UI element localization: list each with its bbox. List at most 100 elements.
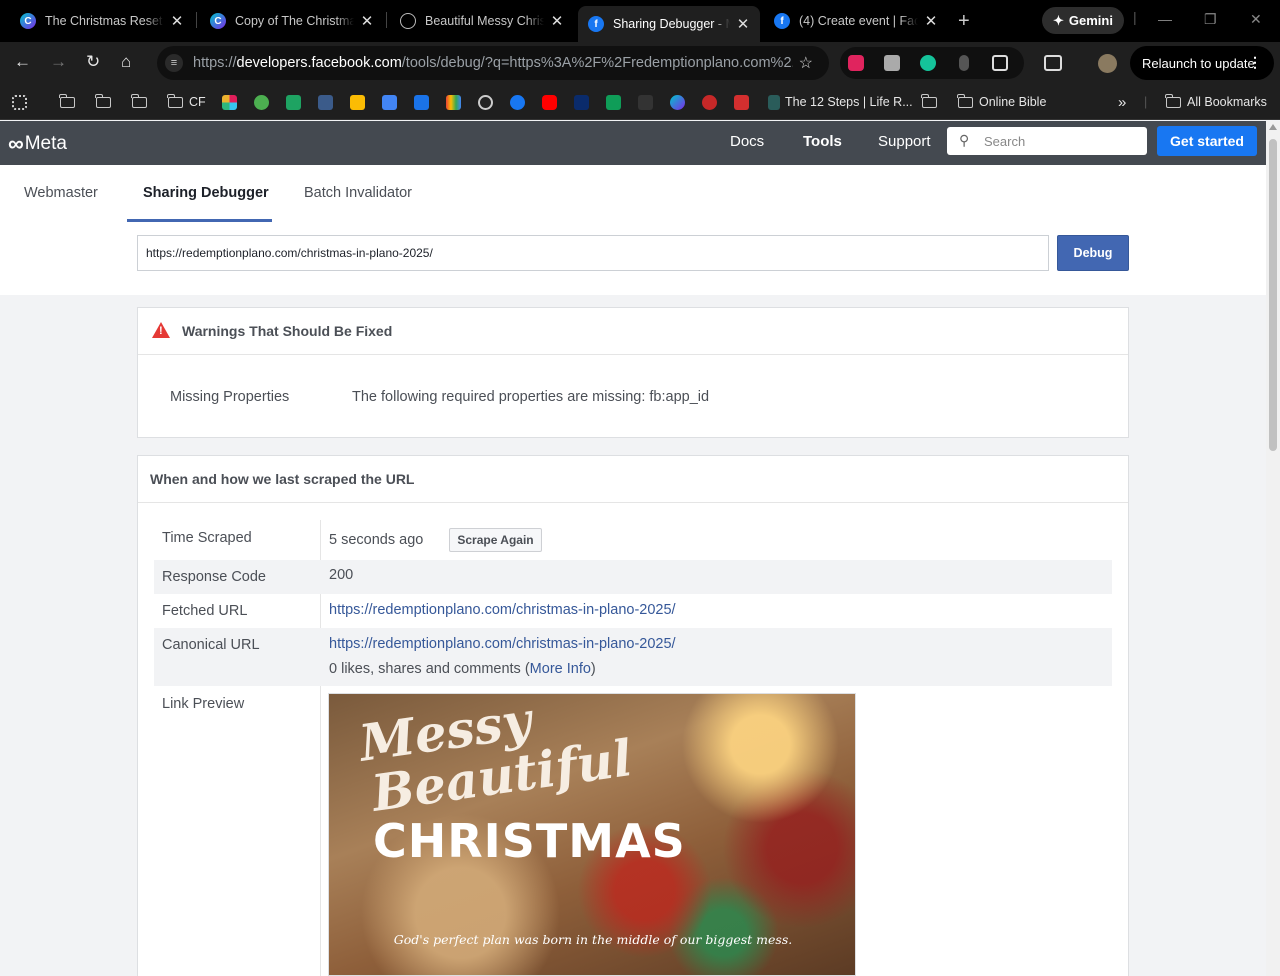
bookmark-label: The 12 Steps | Life R... — [785, 95, 913, 109]
bookmark-12-steps[interactable]: The 12 Steps | Life R... — [768, 93, 913, 111]
extensions-group — [840, 47, 1024, 79]
puzzle-icon[interactable] — [992, 55, 1008, 71]
scroll-up-icon[interactable] — [1269, 124, 1277, 130]
nav-docs[interactable]: Docs — [730, 133, 764, 150]
apps-grid-icon[interactable] — [12, 93, 27, 111]
close-icon[interactable]: ✕ — [170, 12, 184, 30]
bookmark-link[interactable] — [318, 93, 333, 111]
all-bookmarks-folder[interactable]: All Bookmarks — [1165, 93, 1267, 111]
bookmark-sheets[interactable] — [606, 93, 621, 111]
search-input[interactable] — [984, 131, 1134, 151]
bookmark-folder[interactable] — [59, 93, 81, 111]
search-box[interactable]: ⚲ — [947, 127, 1147, 155]
bookmark-facebook[interactable] — [510, 93, 525, 111]
close-icon[interactable]: ✕ — [924, 12, 938, 30]
reload-icon[interactable]: ↻ — [86, 52, 100, 72]
bookmark-youtube[interactable] — [542, 93, 557, 111]
pocket-icon[interactable] — [848, 55, 864, 71]
debug-button[interactable]: Debug — [1057, 235, 1129, 271]
browser-tab[interactable]: C The Christmas Reset E ✕ — [2, 7, 194, 35]
bookmark-folder-online-bible[interactable]: Online Bible — [957, 93, 1047, 111]
back-icon[interactable]: ← — [14, 52, 31, 72]
bookmark-folder[interactable] — [131, 93, 153, 111]
bookmark-folder-cf[interactable]: CF — [167, 93, 206, 111]
folder-icon — [167, 93, 183, 108]
bookmark-icon — [478, 94, 493, 110]
microphone-icon[interactable] — [959, 55, 969, 71]
page-scrollbar[interactable] — [1266, 121, 1280, 976]
debugger-header: Webmaster Sharing Debugger Batch Invalid… — [0, 165, 1266, 295]
bookmark-folder[interactable] — [95, 93, 117, 111]
bookmark-link[interactable] — [638, 93, 653, 111]
menu-dots-icon[interactable]: ⋮ — [1248, 54, 1262, 71]
url-input[interactable] — [137, 235, 1049, 271]
address-url[interactable]: https://developers.facebook.com/tools/de… — [193, 55, 793, 71]
bookmark-canva[interactable] — [670, 93, 685, 111]
warning-icon — [152, 322, 170, 338]
relaunch-button[interactable]: Relaunch to update ⋮ — [1130, 46, 1274, 80]
gloo-icon — [254, 94, 269, 110]
bookmark-icon — [702, 94, 717, 110]
table-row: Response Code 200 — [154, 560, 1112, 594]
close-icon[interactable]: ✕ — [736, 15, 750, 33]
bookmark-keep[interactable] — [350, 93, 365, 111]
address-bar[interactable]: ≡ https://developers.facebook.com/tools/… — [157, 46, 829, 80]
bookmark-gloo[interactable] — [254, 93, 269, 111]
close-icon[interactable]: ✕ — [550, 12, 564, 30]
meta-header: ∞Meta Docs Tools Support ⚲ Get started — [0, 121, 1266, 165]
bookmark-gmail[interactable] — [446, 93, 461, 111]
tab-sharing-debugger[interactable]: Sharing Debugger — [143, 185, 269, 201]
browser-tab[interactable]: C Copy of The Christmas ✕ — [192, 7, 384, 35]
table-row: Fetched URL https://redemptionplano.com/… — [154, 594, 1112, 628]
fetched-url-label: Fetched URL — [162, 603, 248, 619]
scrape-again-button[interactable]: Scrape Again — [449, 528, 542, 552]
bookmark-link[interactable] — [702, 93, 717, 111]
keep-icon — [350, 94, 365, 110]
facebook-icon: f — [588, 16, 604, 32]
chatgpt-icon — [400, 13, 416, 29]
more-bookmarks-icon[interactable]: » — [1118, 93, 1126, 111]
bookmark-link[interactable] — [286, 93, 301, 111]
bookmark-label: Online Bible — [979, 95, 1047, 109]
browser-tab[interactable]: f (4) Create event | Face ✕ — [756, 7, 948, 35]
bookmark-link[interactable] — [734, 93, 749, 111]
site-settings-icon[interactable]: ≡ — [165, 54, 183, 72]
bookmark-slack[interactable] — [222, 93, 237, 111]
bookmark-docs[interactable] — [382, 93, 397, 111]
more-info-link[interactable]: More Info — [530, 661, 591, 677]
bookmark-folder[interactable] — [921, 93, 943, 111]
home-icon[interactable]: ⌂ — [121, 52, 131, 72]
new-tab-icon[interactable]: + — [958, 10, 970, 33]
link-preview-image[interactable]: Messy Beautiful CHRISTMAS God's perfect … — [328, 693, 856, 976]
bookmark-star-icon[interactable]: ☆ — [799, 53, 813, 73]
fetched-url-link[interactable]: https://redemptionplano.com/christmas-in… — [329, 602, 676, 618]
gemini-button[interactable]: ✦ Gemini — [1042, 7, 1124, 34]
bookmark-icon — [286, 94, 301, 110]
folder-icon — [1165, 93, 1181, 108]
restore-icon[interactable]: ❐ — [1204, 11, 1217, 28]
grammarly-icon[interactable] — [920, 55, 936, 71]
browser-tab-active[interactable]: f Sharing Debugger - M ✕ — [578, 6, 760, 42]
close-icon[interactable]: ✕ — [360, 12, 374, 30]
bookmark-calendar[interactable] — [414, 93, 429, 111]
tab-title: (4) Create event | Face — [799, 14, 918, 28]
tab-title: Beautiful Messy Christ — [425, 14, 544, 28]
bookmark-icon — [318, 94, 333, 110]
extension-icon[interactable] — [884, 55, 900, 71]
get-started-button[interactable]: Get started — [1157, 126, 1257, 156]
avatar[interactable] — [1098, 54, 1117, 73]
window-close-icon[interactable]: ✕ — [1250, 11, 1262, 28]
minimize-icon[interactable]: — — [1158, 11, 1172, 27]
forward-icon[interactable]: → — [50, 52, 67, 72]
scrollbar-thumb[interactable] — [1269, 139, 1277, 451]
tab-batch-invalidator[interactable]: Batch Invalidator — [304, 185, 412, 201]
browser-tab[interactable]: Beautiful Messy Christ ✕ — [382, 7, 574, 35]
bookmark-link[interactable] — [478, 93, 493, 111]
bookmark-link[interactable] — [574, 93, 589, 111]
tab-webmaster[interactable]: Webmaster — [24, 185, 98, 201]
tab-search-icon[interactable] — [1044, 55, 1062, 71]
nav-tools[interactable]: Tools — [803, 133, 842, 150]
canonical-url-link[interactable]: https://redemptionplano.com/christmas-in… — [329, 636, 676, 652]
nav-support[interactable]: Support — [878, 133, 931, 150]
meta-logo[interactable]: ∞ Meta — [8, 131, 67, 157]
